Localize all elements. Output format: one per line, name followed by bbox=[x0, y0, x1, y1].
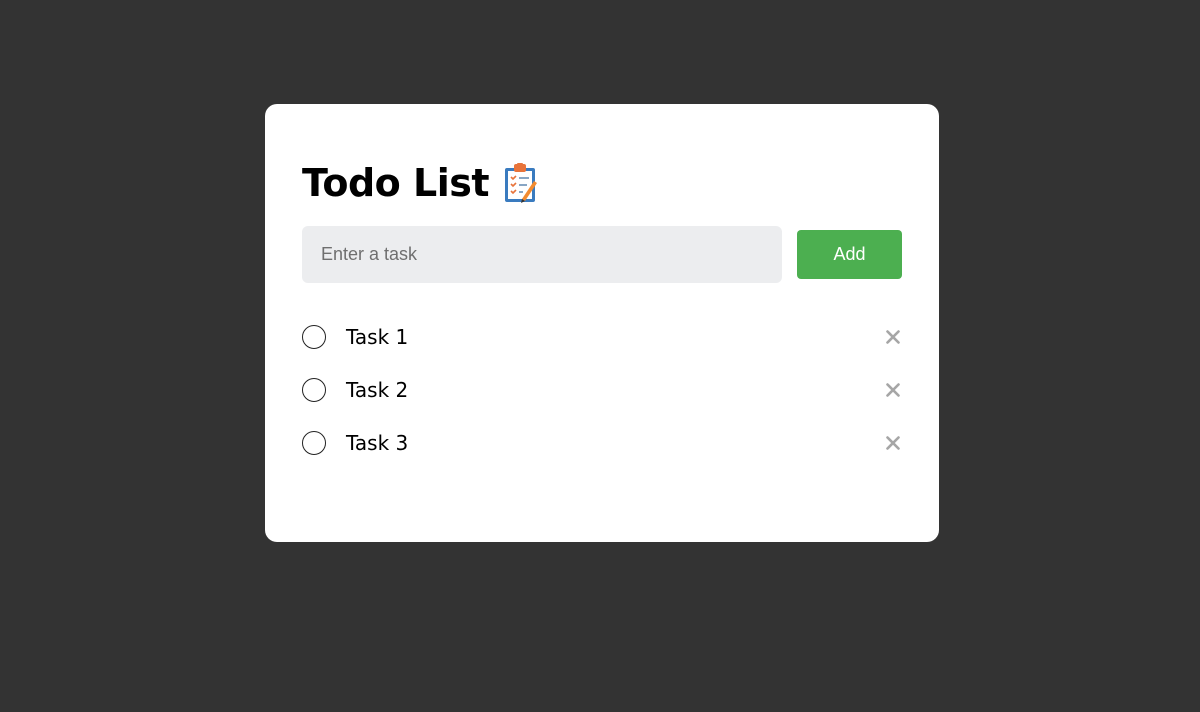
checkbox-circle-icon[interactable] bbox=[302, 430, 326, 455]
page-title: Todo List bbox=[302, 161, 490, 205]
list-item: Task 1 bbox=[302, 310, 902, 363]
clipboard-icon bbox=[503, 163, 538, 203]
close-icon[interactable] bbox=[884, 328, 902, 346]
add-button[interactable]: Add bbox=[797, 230, 902, 279]
task-label[interactable]: Task 2 bbox=[346, 378, 408, 402]
task-label[interactable]: Task 1 bbox=[346, 325, 408, 349]
task-label[interactable]: Task 3 bbox=[346, 431, 408, 455]
close-icon[interactable] bbox=[884, 434, 902, 452]
list-item: Task 3 bbox=[302, 416, 902, 469]
task-input[interactable] bbox=[302, 226, 782, 283]
checkbox-circle-icon[interactable] bbox=[302, 377, 326, 402]
todo-list: Task 1 Task 2 Task 3 bbox=[302, 310, 902, 469]
todo-card: Todo List Add Task 1 bbox=[265, 104, 939, 542]
title-row: Todo List bbox=[302, 160, 538, 206]
list-item: Task 2 bbox=[302, 363, 902, 416]
checkbox-circle-icon[interactable] bbox=[302, 324, 326, 349]
close-icon[interactable] bbox=[884, 381, 902, 399]
